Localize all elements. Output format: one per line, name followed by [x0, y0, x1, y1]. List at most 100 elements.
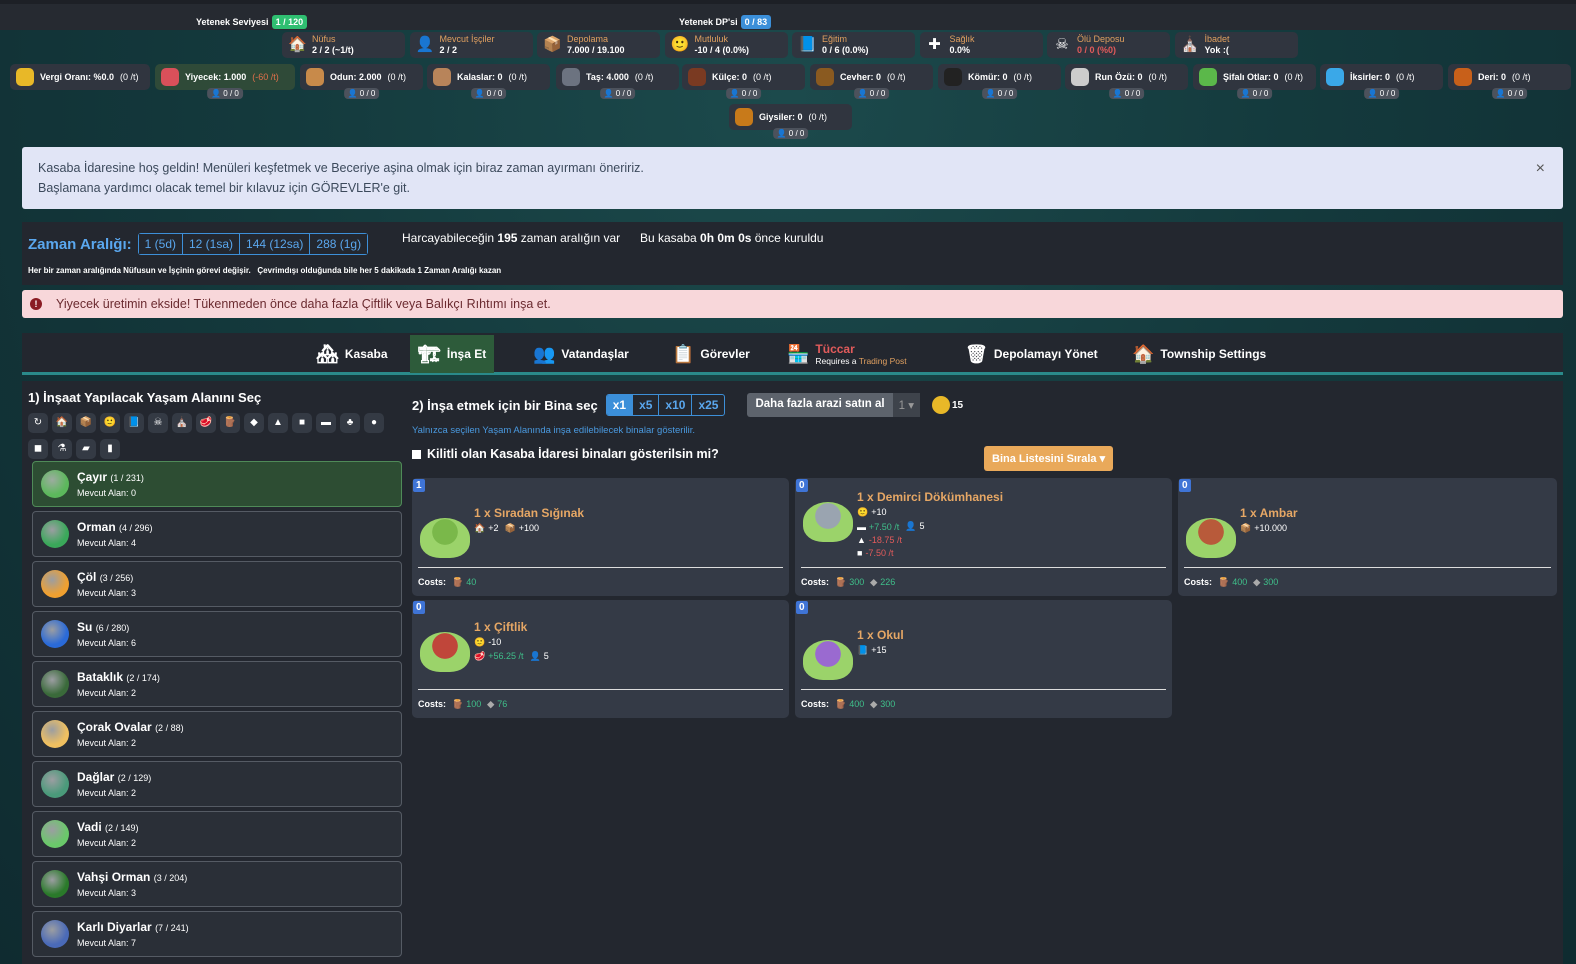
building-card[interactable]: 0 1 x Okul 📘 +15 Costs: 🪵 400 ◆ 300 — [795, 600, 1172, 718]
multiplier-x25[interactable]: x25 — [691, 395, 724, 415]
worker-count: 0 / 0 — [223, 89, 239, 98]
habitat-available: Mevcut Alan: 3 — [77, 588, 137, 598]
resource-leather: Deri: 0 (0 /t) 👤 0 / 0 — [1448, 64, 1571, 99]
worker-icon: 👤 — [474, 89, 487, 98]
habitat-filter-14[interactable]: ♣ — [340, 413, 360, 433]
habitat-item[interactable]: Orman (4 / 296) Mevcut Alan: 4 — [32, 511, 402, 557]
time-buttons: 1 (5d) 12 (1sa) 144 (12sa) 288 (1g) — [137, 233, 369, 255]
building-effect-row: 🥩 +56.25 /t 👤 5 — [474, 651, 549, 662]
building-costs: Costs: 🪵 400 ◆ 300 — [1184, 577, 1278, 588]
time-button-1[interactable]: 1 (5d) — [137, 233, 183, 255]
worker-badge: 👤 0 / 0 — [343, 88, 380, 99]
coins-icon — [931, 396, 950, 414]
time-button-2[interactable]: 12 (1sa) — [183, 233, 241, 255]
welcome-line-1: Kasaba İdaresine hoş geldin! Menüleri ke… — [38, 161, 644, 175]
cost-item: ◆ 300 — [870, 699, 895, 710]
resource-label: Şifalı Otlar: 0 — [1223, 72, 1279, 82]
habitat-filter-19[interactable]: ▮ — [100, 439, 120, 459]
habitat-filter-15[interactable]: ● — [364, 413, 384, 433]
tab-5[interactable]: 🏪 Tüccar Requires a Trading Post — [779, 335, 915, 373]
resource-meat: Yiyecek: 1.000 (-60 /t) 👤 0 / 0 — [155, 64, 295, 99]
building-card[interactable]: 01 x Demirci Dökümhanesi 🙂 +10 ▬ +7.50 /t 👤 5 ▲… — [795, 478, 1172, 596]
habitat-filter-1[interactable]: ↻ — [28, 413, 48, 433]
habitat-item[interactable]: Karlı Diyarlar (7 / 241) Mevcut Alan: 7 — [32, 911, 402, 957]
resource-label: Vergi Oranı: %0.0 — [40, 72, 115, 82]
time-button-4[interactable]: 288 (1g) — [310, 233, 369, 255]
habitat-filter-9[interactable]: 🪵 — [220, 413, 240, 433]
tab-label: Depolamayı Yönet — [993, 347, 1098, 361]
habitat-filter-2[interactable]: 🏠 — [52, 413, 72, 433]
building-effect-row: ▬ +7.50 /t 👤 5 — [857, 521, 1003, 532]
multiplier-x1[interactable]: x1 — [606, 395, 633, 415]
habitat-item[interactable]: Çayır (1 / 231) Mevcut Alan: 0 — [32, 461, 402, 507]
cost-item: 🪵 300 — [835, 577, 864, 588]
habitat-name: Çöl — [77, 570, 97, 584]
building-image — [803, 502, 853, 542]
worker-badge: 👤 0 / 0 — [1108, 88, 1145, 99]
habitat-item[interactable]: Vadi (2 / 149) Mevcut Alan: 2 — [32, 811, 402, 857]
tab-icon: 🏠 — [1132, 343, 1155, 364]
multiplier-x5[interactable]: x5 — [632, 395, 658, 415]
buy-land-button[interactable]: Daha fazla arazi satın al 1 ▾ — [747, 393, 920, 417]
welcome-line-2: Başlamana yardımcı olacak temel bir kıla… — [38, 181, 410, 195]
time-button-3[interactable]: 144 (12sa) — [240, 233, 311, 255]
habitat-filter-18[interactable]: ▰ — [76, 439, 96, 459]
habitat-item[interactable]: Su (6 / 280) Mevcut Alan: 6 — [32, 611, 402, 657]
trading-post-link[interactable]: Trading Post — [859, 356, 907, 366]
habitat-filter-17[interactable]: ⚗ — [52, 439, 72, 459]
habitat-filter-8[interactable]: 🥩 — [196, 413, 216, 433]
habitat-filter-4[interactable]: 🙂 — [100, 413, 120, 433]
stat-text: Nüfus 2 / 2 (~1/t) — [312, 34, 354, 56]
habitat-item[interactable]: Vahşi Orman (3 / 204) Mevcut Alan: 3 — [32, 861, 402, 907]
habitat-text: Vahşi Orman (3 / 204) Mevcut Alan: 3 — [77, 870, 187, 898]
habitat-item[interactable]: Çöl (3 / 256) Mevcut Alan: 3 — [32, 561, 402, 607]
habitat-filter-16[interactable]: ◼ — [28, 439, 48, 459]
buy-land-qty-select[interactable]: 1 ▾ — [892, 393, 920, 417]
resource-rate: (-60 /t) — [252, 72, 279, 82]
habitat-filter-3[interactable]: 📦 — [76, 413, 96, 433]
building-card[interactable]: 01 x Çiftlik 🙂 -10 🥩 +56.25 /t 👤 5 Costs: 🪵 100 ◆ 7… — [412, 600, 789, 718]
tab-3[interactable]: 👥 Vatandaşlar — [525, 335, 637, 373]
tab-1[interactable]: 🏘 Kasaba — [308, 335, 396, 373]
locked-checkbox[interactable] — [412, 449, 421, 459]
habitat-filter-12[interactable]: ■ — [292, 413, 312, 433]
habitat-name: Su — [77, 620, 93, 634]
building-card[interactable]: 1 1 x Sıradan Sığınak 🏠 +2 📦 +100 Costs: 🪵 40 — [412, 478, 789, 596]
multiplier-x10[interactable]: x10 — [658, 395, 691, 415]
building-effect: ■ -7.50 /t — [857, 548, 893, 558]
sort-button[interactable]: Bina Listesini Sırala ▾ — [984, 446, 1114, 471]
close-icon[interactable]: × — [1536, 159, 1545, 179]
worker-icon: 👤 — [1240, 89, 1253, 98]
habitat-filter-7[interactable]: ⛪ — [172, 413, 192, 433]
divider — [801, 567, 1166, 568]
worker-count: 0 / 0 — [486, 89, 503, 98]
habitat-filter-11[interactable]: ▲ — [268, 413, 288, 433]
stat-title: Nüfus — [312, 34, 336, 44]
cost-value: 400 — [849, 699, 865, 709]
stat-title: İbadet — [1204, 34, 1230, 44]
tab-icon: 📋 — [672, 343, 695, 364]
building-info: 1 x Sıradan Sığınak 🏠 +2 📦 +100 — [474, 506, 584, 534]
storage-icon: 📦 — [543, 36, 562, 53]
habitat-filter-6[interactable]: ☠ — [148, 413, 168, 433]
habitat-name-row: Vahşi Orman (3 / 204) — [77, 870, 187, 884]
habitat-item[interactable]: Dağlar (2 / 129) Mevcut Alan: 2 — [32, 761, 402, 807]
resource-wood: Odun: 2.000 (0 /t) 👤 0 / 0 — [300, 64, 423, 99]
habitat-filter-10[interactable]: ◆ — [244, 413, 264, 433]
building-card[interactable]: 0 1 x Ambar 📦 +10.000 Costs: 🪵 400 ◆ 300 — [1178, 478, 1557, 596]
spend-num: 195 — [497, 231, 518, 245]
tab-2[interactable]: 🏗 İnşa Et — [410, 335, 495, 373]
habitat-item[interactable]: Bataklık (2 / 174) Mevcut Alan: 2 — [32, 661, 402, 707]
building-title: 2) İnşa etmek için bir Bina seç — [412, 397, 598, 413]
cost-item: 🪵 400 — [835, 699, 864, 710]
tab-6[interactable]: 🗑 Depolamayı Yönet — [957, 335, 1106, 373]
tab-4[interactable]: 📋 Görevler — [664, 335, 758, 373]
habitat-name-row: Bataklık (2 / 174) — [77, 670, 160, 684]
habitat-count: (2 / 88) — [155, 723, 184, 733]
cost-icon: ◆ — [487, 699, 495, 709]
tab-7[interactable]: 🏠 Township Settings — [1124, 335, 1274, 373]
habitat-name-row: Çorak Ovalar (2 / 88) — [77, 720, 184, 734]
habitat-filter-5[interactable]: 📘 — [124, 413, 144, 433]
habitat-filter-13[interactable]: ▬ — [316, 413, 336, 433]
habitat-item[interactable]: Çorak Ovalar (2 / 88) Mevcut Alan: 2 — [32, 711, 402, 757]
